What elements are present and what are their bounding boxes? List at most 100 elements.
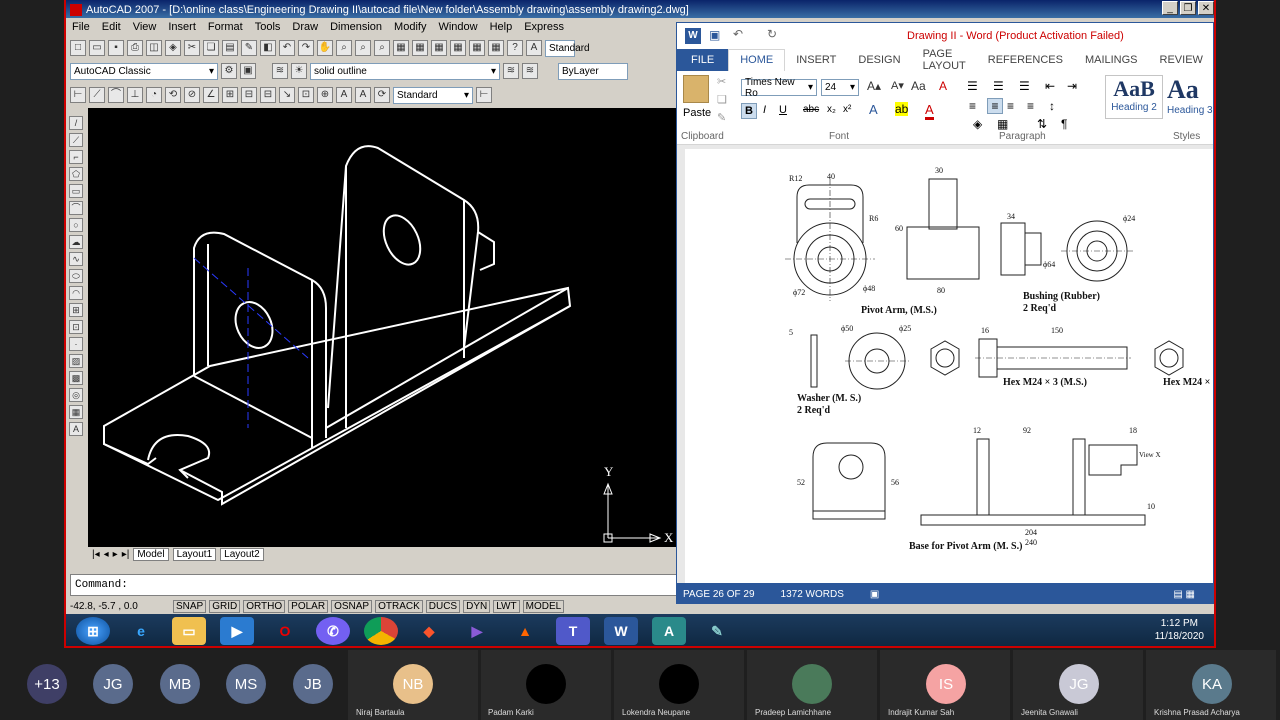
italic-button[interactable]: I (763, 104, 766, 116)
text-effects-icon[interactable]: A (869, 102, 878, 117)
underline-button[interactable]: U (779, 104, 787, 116)
menu-insert[interactable]: Insert (168, 21, 196, 33)
proofing-icon[interactable]: ▣ (870, 589, 879, 600)
make-block-icon[interactable]: ⊡ (69, 320, 83, 334)
dim-style-icon[interactable]: ⊢ (476, 87, 492, 103)
layer-select[interactable]: solid outline ▾ (310, 62, 500, 80)
minimize-icon[interactable]: _ (1162, 1, 1178, 15)
redo-icon[interactable]: ↷ (298, 40, 314, 56)
teams-icon[interactable]: T (556, 617, 590, 645)
block-editor-icon[interactable]: ◧ (260, 40, 276, 56)
make-current-layer-icon[interactable]: ≋ (503, 63, 519, 79)
grid-toggle[interactable]: GRID (209, 599, 241, 613)
menu-view[interactable]: View (133, 21, 157, 33)
participant-avatar[interactable]: JB (293, 664, 333, 704)
otrack-toggle[interactable]: OTRACK (375, 599, 423, 613)
workspace-settings-icon[interactable]: ⚙ (221, 63, 237, 79)
tab-insert[interactable]: INSERT (785, 54, 847, 66)
sheet-set-icon[interactable]: ▦ (450, 40, 466, 56)
font-name-select[interactable]: Times New Ro ▾ (741, 77, 817, 99)
ie-icon[interactable]: e (124, 617, 158, 645)
nav-first-icon[interactable]: |◂ (92, 549, 100, 560)
start-button-icon[interactable]: ⊞ (76, 617, 110, 645)
continue-icon[interactable]: ⊟ (260, 87, 276, 103)
restore-icon[interactable]: ❐ (1180, 1, 1196, 15)
justify-icon[interactable]: ≡ (1027, 99, 1034, 113)
paste-icon[interactable] (683, 75, 709, 103)
document-page[interactable]: R12 40 R6 ϕ72 ϕ48 30 60 80 34 ϕ24 ϕ64 5 … (685, 149, 1213, 583)
tab-home[interactable]: HOME (728, 49, 786, 71)
shading-icon[interactable]: ◈ (973, 117, 982, 131)
polygon-icon[interactable]: ⬠ (69, 167, 83, 181)
text-style-combo[interactable]: Standard (545, 39, 590, 57)
calculator-icon[interactable]: ▦ (488, 40, 504, 56)
zoom-window-icon[interactable]: ⌕ (355, 40, 371, 56)
menu-tools[interactable]: Tools (255, 21, 281, 33)
arc-icon[interactable]: ⌒ (69, 201, 83, 215)
clock-date[interactable]: 11/18/2020 (1155, 630, 1204, 643)
point-icon[interactable]: · (69, 337, 83, 351)
show-formatting-icon[interactable]: ¶ (1061, 117, 1067, 131)
pan-icon[interactable]: ✋ (317, 40, 333, 56)
borders-icon[interactable]: ▦ (997, 117, 1008, 131)
region-icon[interactable]: ◎ (69, 388, 83, 402)
page-count[interactable]: PAGE 26 OF 29 (683, 589, 755, 600)
polyline-icon[interactable]: ⌐ (69, 150, 83, 164)
line-spacing-icon[interactable]: ↕ (1049, 99, 1055, 113)
dim-text-edit-icon[interactable]: A (355, 87, 371, 103)
paste-button[interactable]: Paste (683, 107, 711, 119)
menu-help[interactable]: Help (490, 21, 513, 33)
osnap-toggle[interactable]: OSNAP (331, 599, 373, 613)
tolerance-icon[interactable]: ⊡ (298, 87, 314, 103)
tab-page-layout[interactable]: PAGE LAYOUT (912, 48, 977, 72)
circle-icon[interactable]: ○ (69, 218, 83, 232)
diameter-dim-icon[interactable]: ⊘ (184, 87, 200, 103)
color-select[interactable]: ByLayer (558, 62, 628, 80)
model-toggle[interactable]: MODEL (522, 599, 565, 613)
ordinate-icon[interactable]: ⊥ (127, 87, 143, 103)
copy-icon[interactable]: ❏ (203, 40, 219, 56)
cut-icon[interactable]: ✂ (717, 75, 726, 88)
clock-time[interactable]: 1:12 PM (1155, 617, 1204, 630)
tab-references[interactable]: REFERENCES (977, 54, 1074, 66)
more-participants-button[interactable]: +13 (27, 664, 67, 704)
decrease-indent-icon[interactable]: ⇤ (1045, 79, 1055, 93)
hatch-icon[interactable]: ▨ (69, 354, 83, 368)
help-icon[interactable]: ? (507, 40, 523, 56)
vlc-icon[interactable]: ▲ (508, 617, 542, 645)
dim-edit-icon[interactable]: A (336, 87, 352, 103)
participant-avatar[interactable]: JG (93, 664, 133, 704)
align-center-icon[interactable]: ≡ (987, 98, 1003, 114)
tab-mailings[interactable]: MAILINGS (1074, 54, 1149, 66)
style-heading-2[interactable]: AaB Heading 2 (1105, 75, 1163, 119)
menu-express[interactable]: Express (524, 21, 564, 33)
redo-icon[interactable]: ↻ (767, 27, 777, 41)
nav-prev-icon[interactable]: ◂ (104, 549, 109, 560)
zoom-previous-icon[interactable]: ⌕ (374, 40, 390, 56)
tab-model[interactable]: Model (133, 547, 169, 561)
clear-format-icon[interactable]: A (939, 79, 947, 93)
opera-icon[interactable]: O (268, 617, 302, 645)
model-space-viewport[interactable]: Y X (88, 108, 676, 548)
menu-file[interactable]: File (72, 21, 90, 33)
word-count[interactable]: 1372 WORDS (781, 589, 844, 600)
jogged-icon[interactable]: ⟲ (165, 87, 181, 103)
layer-previous-icon[interactable]: ≋ (522, 63, 538, 79)
font-color-icon[interactable]: A (925, 102, 934, 120)
tool-palettes-icon[interactable]: ▦ (431, 40, 447, 56)
brave-icon[interactable]: ◆ (412, 617, 446, 645)
arc-length-icon[interactable]: ⌒ (108, 87, 124, 103)
autocad-taskbar-icon[interactable]: A (652, 617, 686, 645)
read-mode-icon[interactable]: ▤ ▦ (1173, 589, 1195, 600)
zoom-realtime-icon[interactable]: ⌕ (336, 40, 352, 56)
paint-icon[interactable]: ✎ (700, 617, 734, 645)
sort-icon[interactable]: ⇅ (1037, 117, 1047, 131)
ortho-toggle[interactable]: ORTHO (243, 599, 286, 613)
tab-file[interactable]: FILE (677, 49, 729, 71)
grow-font-icon[interactable]: A▴ (867, 79, 881, 93)
font-size-select[interactable]: 24 ▾ (821, 79, 859, 96)
style-heading-3[interactable]: Aa Heading 3 (1167, 75, 1213, 119)
menu-window[interactable]: Window (438, 21, 477, 33)
save-icon[interactable]: ▪ (108, 40, 124, 56)
spline-icon[interactable]: ∿ (69, 252, 83, 266)
